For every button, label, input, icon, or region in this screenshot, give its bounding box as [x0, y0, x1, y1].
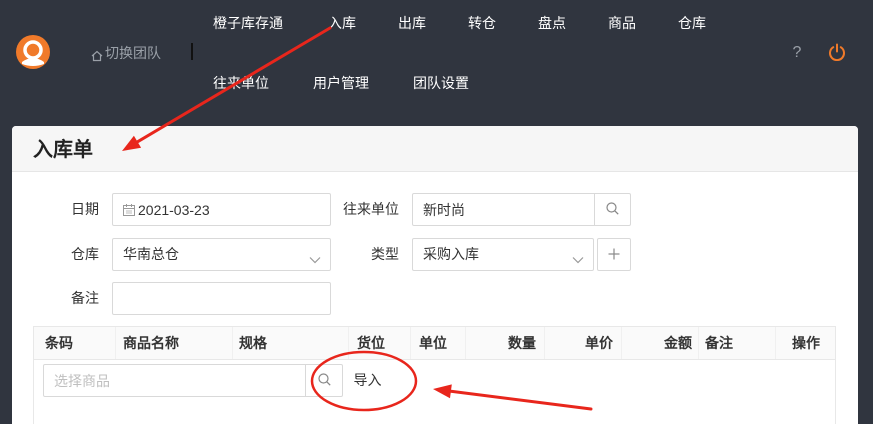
import-button[interactable]: 导入	[345, 364, 390, 397]
warehouse-select[interactable]: 华南总仓	[112, 238, 331, 271]
plus-icon	[608, 247, 620, 263]
nav-item-brand[interactable]: 橙子库存通	[213, 13, 283, 33]
column-header-actions: 操作	[792, 335, 820, 351]
date-input[interactable]	[138, 194, 318, 225]
help-button[interactable]: ?	[790, 43, 804, 63]
inbound-form-card: 入库单 日期 往来单位 仓库 华南总仓	[12, 126, 858, 424]
type-select[interactable]: 采购入库	[412, 238, 594, 271]
chevron-down-icon	[572, 251, 584, 264]
remark-label: 备注	[71, 290, 99, 306]
nav-item-partners[interactable]: 往来单位	[213, 73, 269, 93]
date-label: 日期	[71, 201, 99, 217]
column-header-spec: 规格	[233, 327, 349, 359]
remark-field[interactable]	[112, 282, 331, 315]
team-switch-button[interactable]: 切换团队	[91, 43, 161, 63]
nav-item-users[interactable]: 用户管理	[313, 73, 369, 93]
column-header-barcode: 条码	[34, 327, 116, 359]
search-icon	[317, 372, 331, 389]
column-header-unit: 单位	[411, 327, 466, 359]
add-type-button[interactable]	[597, 238, 631, 271]
product-picker-field[interactable]	[43, 364, 306, 397]
column-header-quantity: 数量	[466, 327, 545, 359]
page-title: 入库单	[33, 139, 93, 161]
nav-item-stocktake[interactable]: 盘点	[538, 13, 566, 33]
search-icon	[606, 201, 619, 218]
type-value: 采购入库	[423, 246, 479, 262]
remark-input[interactable]	[123, 283, 318, 314]
warehouse-label: 仓库	[71, 246, 99, 262]
nav-item-products[interactable]: 商品	[608, 13, 636, 33]
product-search-button[interactable]	[305, 364, 343, 397]
home-icon	[91, 47, 103, 62]
nav-item-outbound[interactable]: 出库	[398, 13, 426, 33]
nav-item-warehouse[interactable]: 仓库	[678, 13, 706, 33]
nav-item-transfer[interactable]: 转仓	[468, 13, 496, 33]
column-header-product-name: 商品名称	[116, 327, 233, 359]
nav-item-team-settings[interactable]: 团队设置	[413, 73, 469, 93]
warehouse-value: 华南总仓	[123, 246, 179, 262]
app-logo	[16, 35, 50, 69]
table-header: 条码 商品名称 规格 货位 单位 数量 单价 金额 备注 操作	[34, 327, 835, 360]
calendar-icon	[123, 203, 135, 216]
partner-input[interactable]	[423, 194, 583, 225]
date-field[interactable]	[112, 193, 331, 226]
nav-item-inbound[interactable]: 入库	[328, 13, 356, 33]
card-header: 入库单	[12, 126, 858, 172]
power-icon[interactable]	[828, 43, 846, 61]
partner-search-button[interactable]	[594, 193, 631, 226]
type-label: 类型	[371, 246, 399, 262]
partner-field[interactable]	[412, 193, 595, 226]
partner-label: 往来单位	[343, 201, 399, 217]
column-header-amount: 金额	[622, 327, 699, 359]
chevron-down-icon	[309, 251, 321, 264]
column-header-location: 货位	[349, 327, 411, 359]
items-table: 条码 商品名称 规格 货位 单位 数量 单价 金额 备注 操作 导入	[33, 326, 836, 424]
column-header-remark: 备注	[699, 327, 776, 359]
column-header-unit-price: 单价	[545, 327, 622, 359]
team-switch-label: 切换团队	[105, 45, 161, 61]
header-divider	[191, 43, 193, 60]
product-picker-input[interactable]	[54, 365, 294, 396]
